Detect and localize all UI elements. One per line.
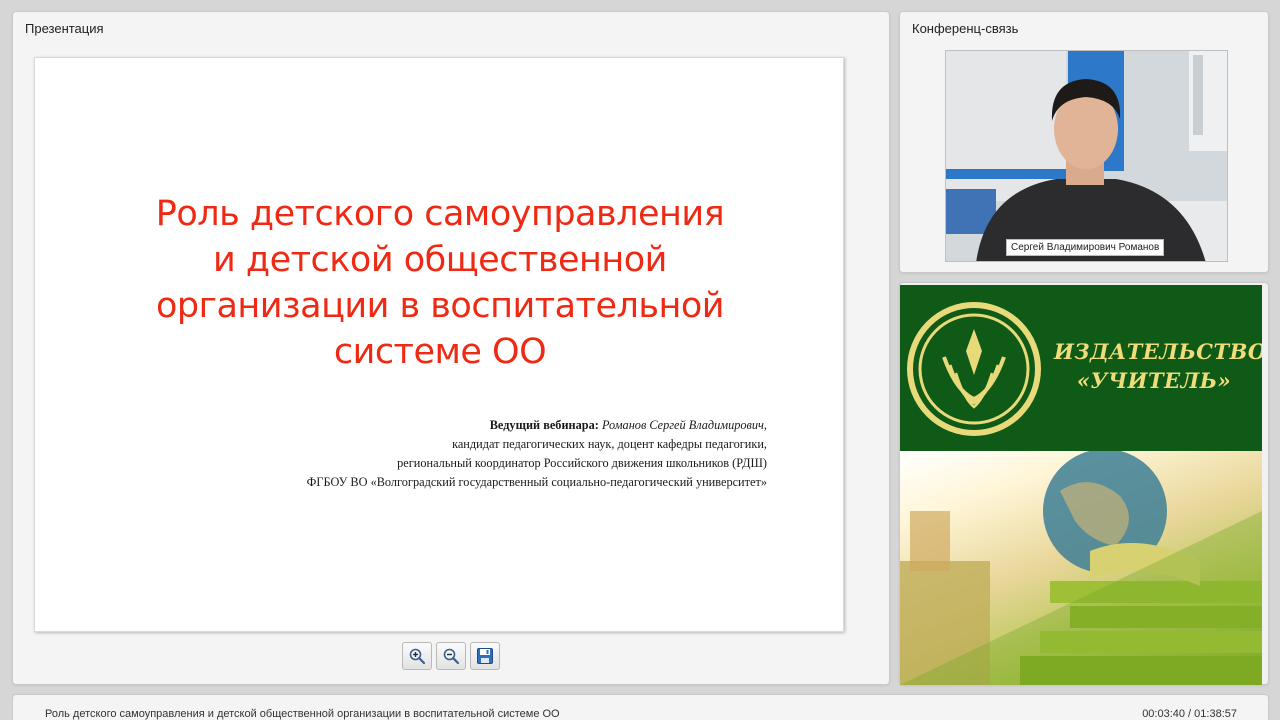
ad-panel: ИЗДАТЕЛЬСТВО «УЧИТЕЛЬ» [899,282,1269,685]
slide-title: Роль детского самоуправления и детской о… [35,191,845,375]
slide-lead-label: Ведущий вебинара: [489,418,599,432]
slide-title-line: и детской общественной [213,240,667,280]
publisher-banner[interactable]: ИЗДАТЕЛЬСТВО «УЧИТЕЛЬ» [900,285,1262,685]
slide-info-line: региональный координатор Российского дви… [397,456,767,470]
slide-speaker-info: Ведущий вебинара: Романов Сергей Владими… [307,416,767,492]
conference-panel: Конференц-связь Сергей Владимирович Рома… [899,11,1269,273]
slide-title-line: Роль детского самоуправления [155,194,725,234]
status-bar: Роль детского самоуправления и детской о… [12,694,1269,720]
slide-title-line: системе ОО [333,332,547,372]
video-image [946,51,1227,261]
publisher-logo-icon [907,302,1041,436]
slide-info-line: ФГБОУ ВО «Волгоградский государственный … [306,475,767,489]
slide-title-line: организации в воспитательной [155,286,725,326]
playback-time: 00:03:40 / 01:38:57 [1142,708,1237,720]
banner-image [900,449,1262,685]
books-globe-image [900,449,1262,685]
conference-panel-title: Конференц-связь [912,21,1019,36]
presentation-panel-title: Презентация [25,21,104,36]
slide-lead-name: Романов Сергей Владимирович, [601,418,767,432]
zoom-in-icon [409,648,426,665]
video-feed[interactable]: Сергей Владимирович Романов [945,50,1228,262]
presentation-slide: Роль детского самоуправления и детской о… [34,57,844,632]
publisher-name-line: ИЗДАТЕЛЬСТВО [1054,339,1262,364]
presentation-toolbar [402,642,500,670]
zoom-out-button[interactable] [436,642,466,670]
save-button[interactable] [470,642,500,670]
participant-name: Сергей Владимирович Романов [1006,239,1165,256]
zoom-out-icon [443,648,460,665]
zoom-in-button[interactable] [402,642,432,670]
webinar-title: Роль детского самоуправления и детской о… [45,708,560,720]
banner-header: ИЗДАТЕЛЬСТВО «УЧИТЕЛЬ» [900,285,1262,451]
presentation-panel: Презентация Роль детского самоуправления… [12,11,890,685]
floppy-disk-icon [477,648,493,664]
slide-lead-line: Ведущий вебинара: Романов Сергей Владими… [307,416,767,435]
slide-info-line: кандидат педагогических наук, доцент каф… [452,437,767,451]
publisher-name: ИЗДАТЕЛЬСТВО «УЧИТЕЛЬ» [1054,337,1262,395]
publisher-name-line: «УЧИТЕЛЬ» [1076,368,1232,393]
